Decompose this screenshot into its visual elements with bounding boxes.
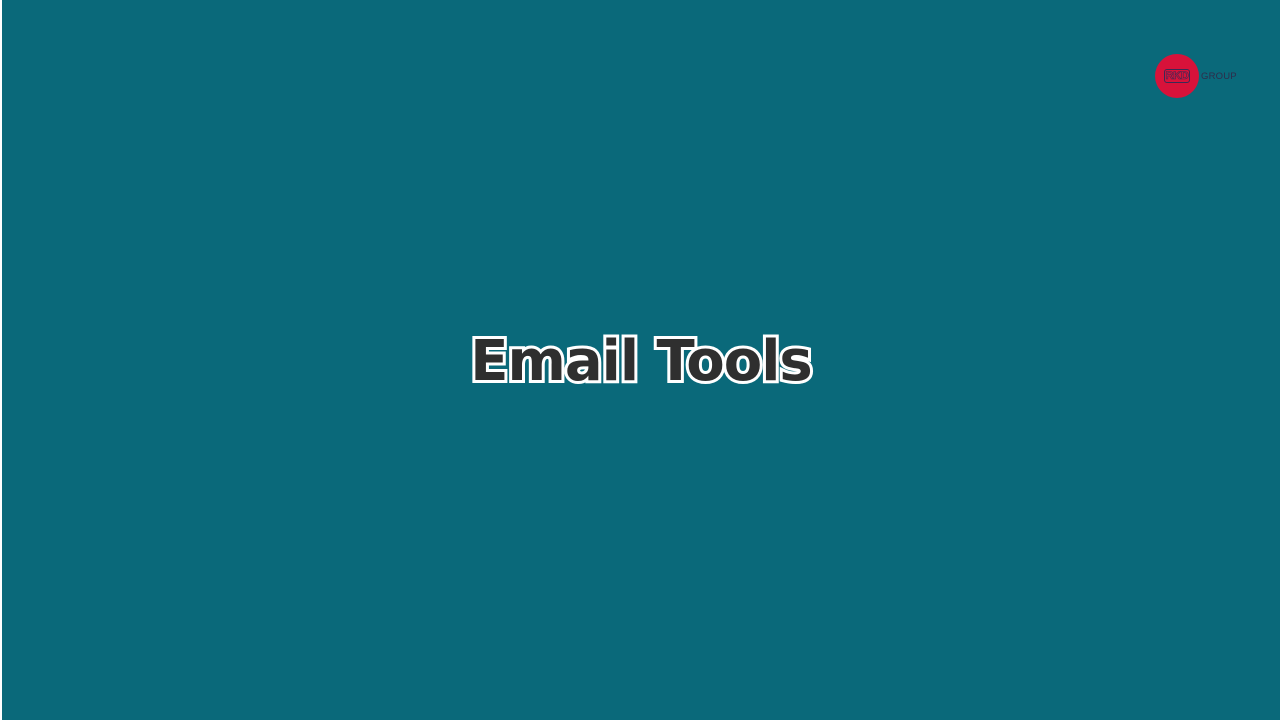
logo-mark: RKD	[1163, 69, 1191, 83]
brand-logo: RKD GROUP	[1155, 53, 1237, 99]
logo-wordmark: GROUP	[1201, 70, 1237, 82]
slide: RKD GROUP Email Tools	[2, 0, 1280, 720]
logo-circle: RKD	[1155, 54, 1199, 98]
slide-title: Email Tools	[467, 326, 816, 397]
